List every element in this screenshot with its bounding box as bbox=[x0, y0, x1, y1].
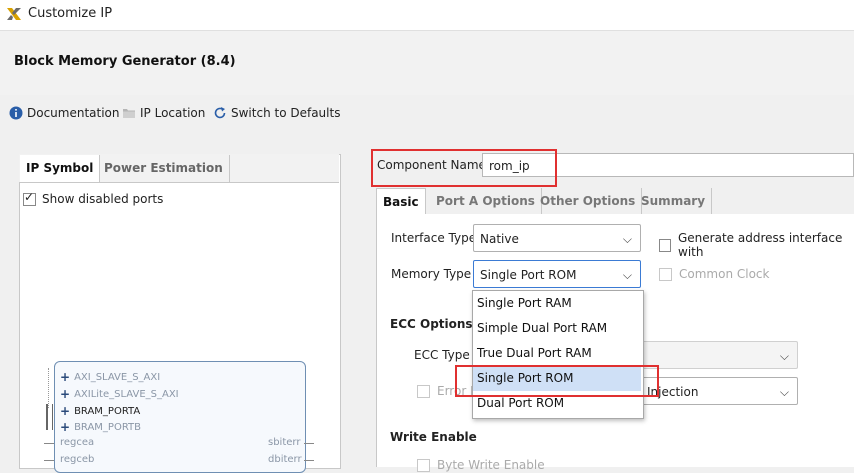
highlight-box-component bbox=[371, 149, 557, 187]
expand-icon: + bbox=[60, 387, 71, 401]
chevron-down-icon: ⌵ bbox=[779, 349, 789, 363]
option-simple-dual-port-ram[interactable]: Simple Dual Port RAM bbox=[473, 316, 641, 341]
interface-type-value: Native bbox=[480, 232, 519, 246]
port-regcea: regcea bbox=[60, 437, 94, 448]
switch-defaults-label: Switch to Defaults bbox=[231, 106, 341, 120]
window-titlebar bbox=[0, 0, 854, 31]
ip-location-button[interactable]: IP Location bbox=[122, 106, 205, 120]
interface-axilite-slave[interactable]: + AXILite_SLAVE_S_AXI bbox=[60, 387, 179, 401]
checkbox-box bbox=[659, 238, 671, 252]
ecc-type-label: ECC Type bbox=[414, 348, 470, 362]
expand-icon: + bbox=[60, 370, 71, 384]
interface-axi-slave[interactable]: + AXI_SLAVE_S_AXI bbox=[60, 370, 160, 384]
memory-type-label: Memory Type bbox=[391, 267, 472, 281]
error-injection-select[interactable]: Injection ⌵ bbox=[640, 377, 798, 405]
expand-icon: + bbox=[60, 404, 71, 418]
show-disabled-ports-label: Show disabled ports bbox=[42, 192, 164, 206]
port-line bbox=[44, 443, 54, 444]
interface-label: AXILite_SLAVE_S_AXI bbox=[74, 388, 179, 400]
refresh-icon bbox=[214, 107, 226, 119]
common-clock-checkbox[interactable]: Common Clock bbox=[659, 267, 769, 281]
port-label: sbiterr bbox=[268, 437, 301, 448]
port-dbiterr: dbiterr bbox=[268, 454, 302, 465]
bram-bus-line bbox=[46, 404, 53, 430]
ecc-options-heading: ECC Options bbox=[390, 317, 473, 331]
port-label: regcea bbox=[60, 437, 95, 448]
write-enable-heading: Write Enable bbox=[390, 430, 477, 444]
ecc-type-select[interactable]: ⌵ bbox=[640, 341, 798, 369]
port-line bbox=[304, 443, 314, 444]
tab-basic[interactable]: Basic bbox=[376, 188, 426, 215]
tab-power-estimation[interactable]: Power Estimation bbox=[98, 155, 230, 182]
port-line bbox=[304, 460, 314, 461]
ip-title: Block Memory Generator (8.4) bbox=[14, 54, 236, 69]
checkmark-icon: ✓ bbox=[24, 189, 35, 204]
generate-address-checkbox[interactable]: Generate address interface with bbox=[659, 231, 854, 259]
port-line bbox=[44, 460, 54, 461]
option-true-dual-port-ram[interactable]: True Dual Port RAM bbox=[473, 341, 641, 366]
checkbox-box bbox=[417, 384, 430, 398]
port-bus-line bbox=[48, 368, 51, 408]
xilinx-logo-icon bbox=[7, 8, 21, 20]
port-label: dbiterr bbox=[268, 454, 302, 465]
info-icon bbox=[9, 106, 23, 120]
interface-bram-porta[interactable]: + BRAM_PORTA bbox=[60, 404, 140, 418]
tab-summary[interactable]: Summary bbox=[635, 188, 713, 214]
port-label: regceb bbox=[60, 454, 95, 465]
port-regceb: regceb bbox=[60, 454, 94, 465]
chevron-down-icon: ⌵ bbox=[622, 268, 632, 282]
interface-type-select[interactable]: Native ⌵ bbox=[473, 224, 641, 252]
chevron-down-icon: ⌵ bbox=[779, 385, 789, 399]
byte-write-enable-checkbox[interactable]: Byte Write Enable bbox=[417, 458, 545, 472]
window-title: Customize IP bbox=[28, 6, 113, 21]
documentation-button[interactable]: Documentation bbox=[9, 106, 120, 120]
folder-icon bbox=[123, 109, 135, 118]
checkbox-box bbox=[417, 458, 430, 472]
interface-label: BRAM_PORTB bbox=[74, 421, 142, 433]
memory-type-select[interactable]: Single Port ROM ⌵ bbox=[473, 260, 641, 288]
documentation-label: Documentation bbox=[27, 106, 120, 120]
interface-bram-portb[interactable]: + BRAM_PORTB bbox=[60, 420, 141, 434]
tab-ip-symbol[interactable]: IP Symbol bbox=[20, 155, 101, 182]
interface-label: BRAM_PORTA bbox=[74, 405, 141, 417]
checkbox-box bbox=[659, 267, 672, 281]
switch-to-defaults-button[interactable]: Switch to Defaults bbox=[213, 106, 340, 120]
ip-location-label: IP Location bbox=[140, 106, 206, 120]
interface-type-label: Interface Type bbox=[391, 231, 477, 245]
highlight-box-option bbox=[455, 365, 659, 397]
expand-icon: + bbox=[60, 420, 71, 434]
tab-port-a-options[interactable]: Port A Options bbox=[430, 188, 542, 214]
option-single-port-ram[interactable]: Single Port RAM bbox=[473, 291, 641, 316]
interface-label: AXI_SLAVE_S_AXI bbox=[74, 371, 161, 383]
show-disabled-ports-checkbox[interactable]: ✓ Show disabled ports bbox=[23, 189, 164, 206]
tab-other-options[interactable]: Other Options bbox=[534, 188, 643, 214]
port-sbiterr: sbiterr bbox=[268, 437, 300, 448]
memory-type-value: Single Port ROM bbox=[480, 268, 577, 282]
checkbox-box: ✓ bbox=[23, 189, 36, 206]
common-clock-label: Common Clock bbox=[679, 267, 770, 281]
memory-type-dropdown: Single Port RAM Simple Dual Port RAM Tru… bbox=[472, 290, 644, 419]
byte-write-enable-label: Byte Write Enable bbox=[437, 458, 545, 472]
generate-address-label: Generate address interface with bbox=[678, 231, 843, 259]
chevron-down-icon: ⌵ bbox=[622, 232, 632, 246]
